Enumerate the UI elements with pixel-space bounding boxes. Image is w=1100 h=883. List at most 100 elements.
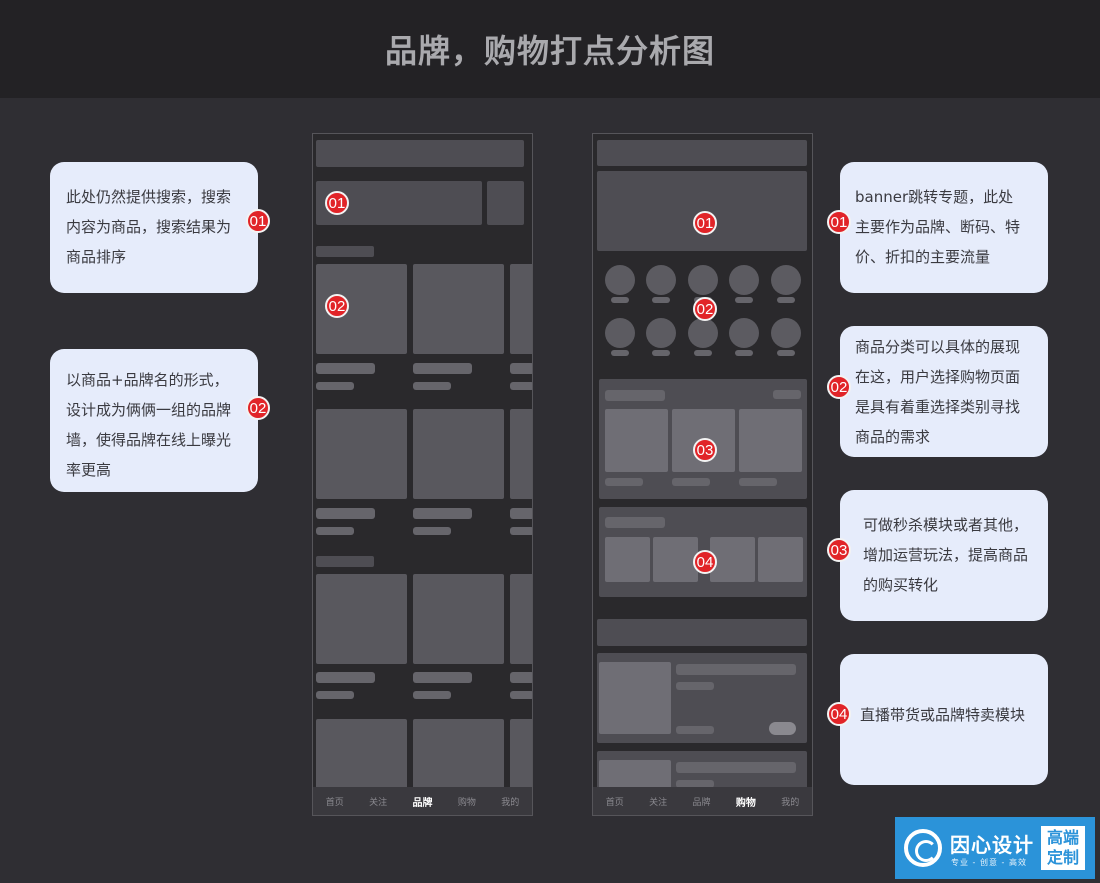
note-search: 此处仍然提供搜索，搜索 内容为商品，搜索结果为 商品排序 (50, 162, 258, 293)
live-item[interactable] (605, 537, 650, 582)
marker-01: 01 (693, 211, 717, 235)
product-image[interactable] (316, 409, 407, 499)
category-icon[interactable] (646, 265, 676, 295)
feed-card-title (676, 762, 796, 773)
category-label (735, 350, 753, 356)
brand-name (413, 691, 451, 699)
logo-badge-line: 高端 (1046, 828, 1079, 847)
page-header: 品牌，购物打点分析图 (0, 0, 1100, 98)
brand-banner-side[interactable] (487, 181, 524, 225)
brand-name (316, 382, 354, 390)
module-more[interactable] (773, 390, 801, 399)
note-badge-02: 02 (827, 375, 851, 399)
flash-sale-item[interactable] (605, 409, 668, 472)
tab-brand[interactable]: 品牌 (412, 794, 432, 809)
module-title (605, 390, 665, 401)
product-title (413, 672, 472, 683)
tab-follow[interactable]: 关注 (369, 795, 387, 808)
logo-mark-icon (904, 829, 942, 867)
product-image[interactable] (413, 264, 504, 354)
search-bar[interactable] (316, 140, 524, 167)
marker-04: 04 (693, 550, 717, 574)
note-badge-01: 01 (827, 210, 851, 234)
tab-brand[interactable]: 品牌 (692, 795, 710, 808)
page-title: 品牌，购物打点分析图 (384, 32, 715, 70)
product-image[interactable] (510, 264, 532, 354)
section-label (316, 246, 374, 257)
tab-shopping[interactable]: 购物 (458, 795, 476, 808)
section-label (316, 556, 374, 567)
tab-mine[interactable]: 我的 (501, 795, 519, 808)
tab-shopping[interactable]: 购物 (736, 794, 756, 809)
note-line: 直播带货或品牌特卖模块 (860, 706, 1026, 724)
note-line: 此处仍然提供搜索，搜索 (66, 188, 232, 206)
note-line: 商品分类可以具体的展现 (855, 338, 1021, 356)
note-badge-02: 02 (246, 396, 270, 420)
category-icon[interactable] (688, 265, 718, 295)
product-image[interactable] (510, 409, 532, 499)
tab-bar: 首页 关注 品牌 购物 我的 (593, 787, 812, 815)
note-live: 直播带货或品牌特卖模块 (840, 654, 1048, 785)
search-bar[interactable] (597, 140, 807, 166)
note-line: 主要作为品牌、断码、特 (855, 218, 1021, 236)
category-icon[interactable] (646, 318, 676, 348)
product-image[interactable] (413, 574, 504, 664)
note-badge-04: 04 (827, 702, 851, 726)
feed-card-subtitle (676, 682, 714, 690)
note-brand-wall: 以商品+品牌名的形式， 设计成为俩俩一组的品牌 墙，使得品牌在线上曝光 率更高 (50, 349, 258, 492)
tab-home[interactable]: 首页 (326, 795, 344, 808)
category-label (611, 350, 629, 356)
brand-name (316, 691, 354, 699)
tab-home[interactable]: 首页 (606, 795, 624, 808)
category-label (777, 350, 795, 356)
marker-01: 01 (325, 191, 349, 215)
category-label (611, 297, 629, 303)
note-line: 可做秒杀模块或者其他， (863, 516, 1029, 534)
flash-sale-price (672, 478, 710, 486)
category-icon[interactable] (771, 265, 801, 295)
feed-card-image[interactable] (599, 662, 671, 734)
note-flash-sale: 可做秒杀模块或者其他， 增加运营玩法，提高商品 的购买转化 (840, 490, 1048, 621)
tab-follow[interactable]: 关注 (649, 795, 667, 808)
section-header (597, 619, 807, 646)
note-badge-01: 01 (246, 209, 270, 233)
product-title (510, 363, 532, 374)
note-category: 商品分类可以具体的展现 在这，用户选择购物页面 是具有着重选择类别寻找 商品的需… (840, 326, 1048, 457)
category-label (735, 297, 753, 303)
note-line: 是具有着重选择类别寻找 (855, 398, 1021, 416)
category-label (694, 350, 712, 356)
logo-badge-line: 定制 (1046, 848, 1079, 867)
category-icon[interactable] (771, 318, 801, 348)
note-line: 率更高 (66, 461, 112, 479)
brand-name (316, 527, 354, 535)
product-title (413, 508, 472, 519)
logo-tagline: 专业 - 创意 - 高效 (951, 858, 1027, 867)
note-badge-03: 03 (827, 538, 851, 562)
note-line: 价、折扣的主要流量 (855, 248, 991, 266)
category-label (652, 350, 670, 356)
category-icon[interactable] (605, 265, 635, 295)
category-icon[interactable] (688, 318, 718, 348)
live-item[interactable] (653, 537, 698, 582)
shop-phone-wireframe: 01 02 03 04 首页 关注 品牌 购物 我的 (592, 133, 813, 816)
flash-sale-item[interactable] (739, 409, 802, 472)
product-title (316, 672, 375, 683)
flash-sale-price (739, 478, 777, 486)
category-label (777, 297, 795, 303)
note-line: 墙，使得品牌在线上曝光 (66, 431, 232, 449)
product-image[interactable] (413, 409, 504, 499)
product-image[interactable] (316, 574, 407, 664)
live-item[interactable] (758, 537, 803, 582)
category-icon[interactable] (605, 318, 635, 348)
feed-card-button[interactable] (769, 722, 796, 735)
category-icon[interactable] (729, 265, 759, 295)
note-line: 设计成为俩俩一组的品牌 (66, 401, 232, 419)
marker-02: 02 (325, 294, 349, 318)
note-line: banner跳转专题，此处 (855, 188, 1014, 206)
tab-mine[interactable]: 我的 (781, 795, 799, 808)
feed-card-title (676, 664, 796, 675)
marker-03: 03 (693, 438, 717, 462)
product-image[interactable] (510, 574, 532, 664)
note-line: 以商品+品牌名的形式， (66, 371, 229, 389)
category-icon[interactable] (729, 318, 759, 348)
